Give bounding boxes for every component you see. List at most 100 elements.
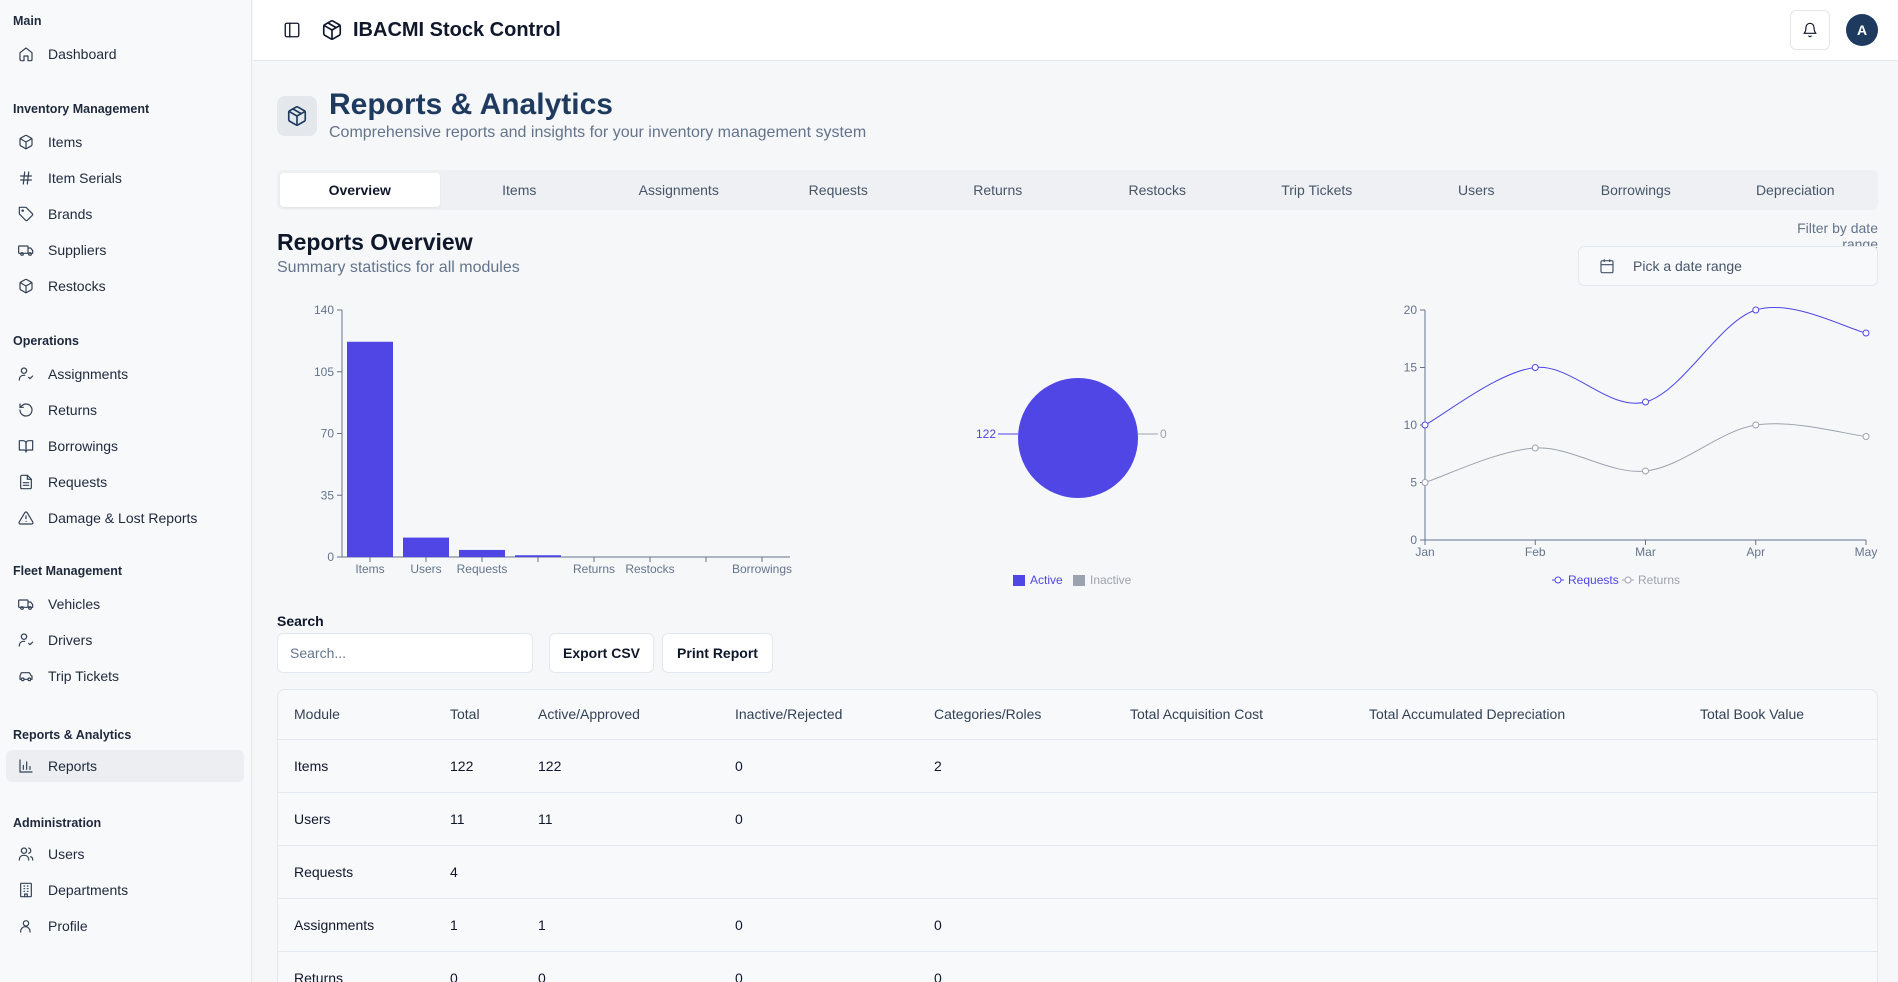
legend-label: Active <box>1030 573 1063 587</box>
table-cell: 4 <box>434 845 522 899</box>
summary-table: Module Total Active/Approved Inactive/Rejec… <box>277 689 1878 982</box>
sidebar-item-items[interactable]: Items <box>6 126 244 158</box>
sidebar-item-drivers[interactable]: Drivers <box>6 624 244 656</box>
table-cell <box>1684 739 1877 793</box>
table-cell <box>918 792 1114 846</box>
search-label: Search <box>277 613 324 629</box>
sidebar-group-title: Administration <box>13 816 102 830</box>
sidebar-item-profile[interactable]: Profile <box>6 910 244 942</box>
date-range-picker[interactable]: Pick a date range <box>1578 246 1878 286</box>
legend-swatch <box>1013 575 1025 586</box>
calendar-icon <box>1600 259 1614 274</box>
column-header[interactable]: Total Book Value <box>1684 690 1877 740</box>
pie-data-label: 0 <box>1160 427 1167 441</box>
column-header[interactable]: Inactive/Rejected <box>719 690 918 740</box>
sidebar-item-label: Damage & Lost Reports <box>48 510 198 526</box>
table-cell: 0 <box>719 898 918 952</box>
search-input[interactable] <box>277 633 533 673</box>
column-header[interactable]: Total Acquisition Cost <box>1114 690 1353 740</box>
tab-requests[interactable]: Requests <box>759 173 919 207</box>
data-point <box>1531 444 1539 452</box>
tab-borrowings[interactable]: Borrowings <box>1556 173 1716 207</box>
table-row: Users 11 11 0 <box>278 792 1877 846</box>
sidebar-item-vehicles[interactable]: Vehicles <box>6 588 244 620</box>
table-row: Requests 4 <box>278 845 1877 899</box>
sidebar-item-label: Dashboard <box>48 46 117 62</box>
overview-subtitle: Summary statistics for all modules <box>277 259 520 276</box>
tab-restocks[interactable]: Restocks <box>1078 173 1238 207</box>
sidebar-item-reports[interactable]: Reports <box>6 750 244 782</box>
y-tick-label: 15 <box>1404 361 1418 375</box>
table-cell: Users <box>278 792 434 846</box>
sidebar-item-borrowings[interactable]: Borrowings <box>6 430 244 462</box>
table-cell: 1 <box>434 898 522 952</box>
sidebar-item-trip-tickets[interactable]: Trip Tickets <box>6 660 244 692</box>
sidebar-item-damage-lost-reports[interactable]: Damage & Lost Reports <box>6 502 244 534</box>
table-cell: 0 <box>719 951 918 982</box>
sidebar-item-suppliers[interactable]: Suppliers <box>6 234 244 266</box>
tab-overview[interactable]: Overview <box>280 173 440 207</box>
tab-items[interactable]: Items <box>440 173 600 207</box>
y-tick-label: 35 <box>321 488 335 502</box>
tab-users[interactable]: Users <box>1397 173 1557 207</box>
sidebar-item-departments[interactable]: Departments <box>6 874 244 906</box>
legend-label: Requests <box>1568 573 1619 587</box>
x-tick-label: Mar <box>1635 545 1656 559</box>
sidebar-item-requests[interactable]: Requests <box>6 466 244 498</box>
alert-triangle-icon <box>18 510 34 526</box>
tag-icon <box>18 206 34 222</box>
sidebar-item-assignments[interactable]: Assignments <box>6 358 244 390</box>
sidebar-item-restocks[interactable]: Restocks <box>6 270 244 302</box>
bar <box>403 537 449 557</box>
sidebar-item-label: Items <box>48 134 83 150</box>
tab-trip-tickets[interactable]: Trip Tickets <box>1237 173 1397 207</box>
sidebar-item-dashboard[interactable]: Dashboard <box>6 38 244 70</box>
table-cell: 1 <box>522 898 719 952</box>
sidebar-item-returns[interactable]: Returns <box>6 394 244 426</box>
sidebar-group-title: Fleet Management <box>13 564 123 578</box>
sidebar-item-label: Drivers <box>48 632 93 648</box>
sidebar-item-users[interactable]: Users <box>6 838 244 870</box>
sidebar-item-brands[interactable]: Brands <box>6 198 244 230</box>
x-tick-label: Borrowings <box>732 562 792 576</box>
table-cell <box>1684 951 1877 982</box>
x-tick-label: Users <box>410 562 441 576</box>
column-header[interactable]: Module <box>278 690 434 740</box>
package-icon <box>18 134 34 150</box>
page-title: Reports & Analytics <box>329 88 613 121</box>
tab-depreciation[interactable]: Depreciation <box>1716 173 1876 207</box>
table-cell <box>1353 845 1684 899</box>
column-header[interactable]: Total Accumulated Depreciation <box>1353 690 1684 740</box>
tab-returns[interactable]: Returns <box>918 173 1078 207</box>
column-header[interactable]: Categories/Roles <box>918 690 1114 740</box>
notifications-button[interactable] <box>1790 10 1830 50</box>
data-point <box>1531 364 1539 371</box>
sidebar-group-title: Inventory Management <box>13 102 150 116</box>
export-csv-button[interactable]: Export CSV <box>549 633 654 673</box>
building-icon <box>18 882 34 898</box>
sidebar-item-label: Trip Tickets <box>48 668 120 684</box>
print-report-button[interactable]: Print Report <box>662 633 773 673</box>
sidebar-item-label: Requests <box>48 474 108 490</box>
page-package-icon <box>277 96 317 136</box>
table-cell <box>1114 845 1353 899</box>
sidebar-item-item-serials[interactable]: Item Serials <box>6 162 244 194</box>
table-cell: Items <box>278 739 434 793</box>
rotate-ccw-icon <box>18 402 34 418</box>
table-cell: 2 <box>918 739 1114 793</box>
x-tick-label: Jan <box>1415 545 1434 559</box>
sidebar-item-label: Borrowings <box>48 438 119 454</box>
bell-icon <box>1803 22 1817 38</box>
column-header[interactable]: Total <box>434 690 522 740</box>
table-cell <box>1684 792 1877 846</box>
column-header[interactable]: Active/Approved <box>522 690 719 740</box>
x-tick-label: Returns <box>573 562 615 576</box>
table-cell: 11 <box>434 792 522 846</box>
table-cell: Returns <box>278 951 434 982</box>
user-avatar[interactable]: A <box>1846 14 1878 46</box>
hash-icon <box>18 170 34 186</box>
sidebar-item-label: Vehicles <box>48 596 101 612</box>
series-line <box>1424 306 1867 426</box>
sidebar-toggle-icon[interactable] <box>283 21 301 39</box>
tab-assignments[interactable]: Assignments <box>599 173 759 207</box>
